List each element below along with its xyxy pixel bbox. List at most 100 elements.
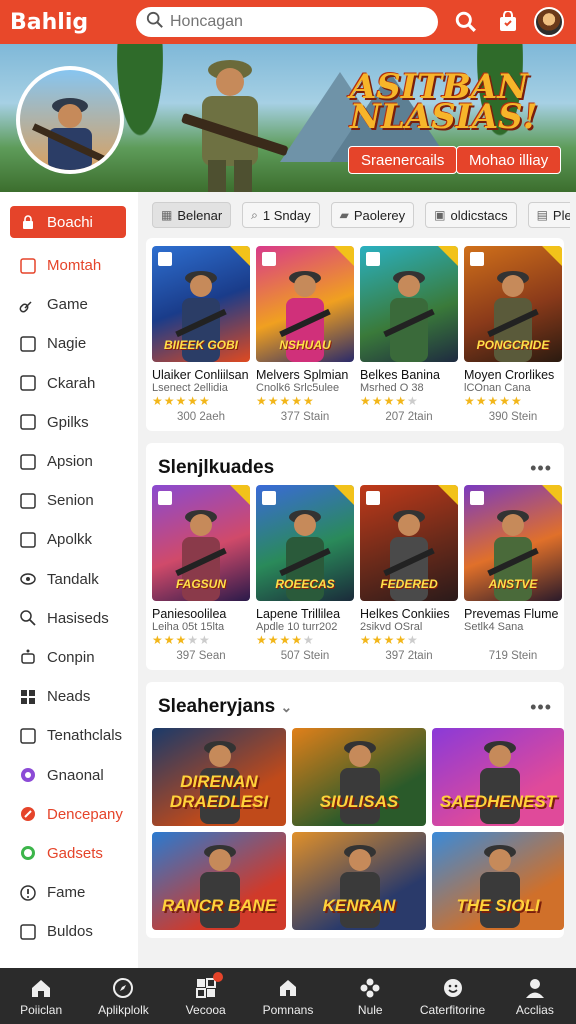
- nav-item-pomnans[interactable]: Pomnans: [247, 968, 329, 1024]
- sidebar-item-tenathclals[interactable]: Tenathclals: [0, 716, 138, 755]
- filter-chip[interactable]: ▦ Belenar: [152, 202, 232, 228]
- game-name[interactable]: Moyen Crorlikes: [464, 368, 562, 382]
- search-icon: ⌕: [251, 207, 258, 222]
- sidebar-item-hasiseds[interactable]: Hasiseds: [0, 599, 138, 638]
- gallery-icon: [18, 256, 38, 276]
- sidebar-item-apolkk[interactable]: Apolkk: [0, 520, 138, 559]
- filter-chip-label: Belenar: [177, 207, 223, 223]
- sidebar-item-label: Gpilks: [47, 413, 89, 431]
- sidebar-item-neads[interactable]: Neads: [0, 677, 138, 716]
- more-options-icon[interactable]: •••: [530, 458, 552, 479]
- banner-button-primary[interactable]: Sraenercails: [348, 146, 458, 174]
- sidebar-item-buldos[interactable]: Buldos: [0, 912, 138, 951]
- game-card[interactable]: BIIEEK GOBI Ulaiker Conliilsan Lsenect 2el…: [152, 246, 250, 423]
- filter-chip[interactable]: ▣ oldicstacs: [425, 202, 517, 228]
- sidebar-item-label: Apsion: [47, 453, 93, 471]
- sidebar-item-gadsets[interactable]: Gadsets: [0, 834, 138, 873]
- game-name[interactable]: Melvers Splmian: [256, 368, 354, 382]
- filter-chip[interactable]: ▰ Paolerey: [330, 202, 415, 228]
- game-tile[interactable]: DIRENAN DRAEDLESI: [152, 728, 286, 826]
- thumbnail-title: BIIEEK GOBI: [163, 338, 238, 352]
- game-name[interactable]: Prevemas Flume: [464, 607, 562, 621]
- filter-chip[interactable]: ▤ Pley: [527, 202, 570, 228]
- game-tile[interactable]: KENRAN: [292, 832, 426, 930]
- featured-games-card: BIIEEK GOBI Ulaiker Conliilsan Lsenect 2el…: [146, 238, 564, 431]
- bag-icon[interactable]: [494, 8, 522, 36]
- game-tile[interactable]: SAEDHENEST: [432, 728, 564, 826]
- flower-icon: [358, 976, 382, 1000]
- game-tile[interactable]: RANCR BANE: [152, 832, 286, 930]
- sidebar-item-nagie[interactable]: Nagie: [0, 324, 138, 363]
- banner-button-secondary[interactable]: Mohao illiay: [456, 146, 562, 174]
- nav-item-poiiclan[interactable]: Poiiclan: [0, 968, 82, 1024]
- house-icon: [276, 976, 300, 1000]
- featured-games-row: BIIEEK GOBI Ulaiker Conliilsan Lsenect 2el…: [152, 246, 562, 423]
- sidebar-item-boachi[interactable]: Boachi: [10, 206, 126, 238]
- corner-badge: [438, 485, 458, 505]
- game-count: 719 Stein: [488, 650, 538, 662]
- search-bar[interactable]: [136, 7, 438, 37]
- section-title-3[interactable]: Sleaheryjans ⌄: [158, 696, 292, 718]
- game-card[interactable]: PONGCRIDE Moyen Crorlikes lCOnan Cana ★★★★★…: [464, 246, 562, 423]
- sidebar-item-label: Gnaonal: [47, 766, 104, 784]
- rating-stars: ★★★★★: [464, 394, 523, 408]
- corner-badge: [334, 246, 354, 266]
- corner-badge: [542, 246, 562, 266]
- section-tiles-grid: DIRENAN DRAEDLESI SIULISAS SAEDHENEST RANCR…: [152, 724, 564, 930]
- game-thumbnail[interactable]: BIIEEK GOBI: [152, 246, 250, 362]
- game-thumbnail[interactable]: FAGSUN: [152, 485, 250, 601]
- sidebar-item-ckarah[interactable]: Ckarah: [0, 364, 138, 403]
- game-thumbnail[interactable]: ANSTVE: [464, 485, 562, 601]
- search-button-icon[interactable]: [452, 8, 480, 36]
- game-thumbnail[interactable]: PONGCRIDE: [464, 246, 562, 362]
- pin-icon: [18, 804, 38, 824]
- sidebar-item-tandalk[interactable]: Tandalk: [0, 560, 138, 599]
- game-card[interactable]: FEDERED Helkes Conkiies 2sikvd OSral ★★★★★ 3…: [360, 485, 458, 662]
- robot-icon: [18, 647, 38, 667]
- filter-chip-label: Pley: [552, 207, 570, 223]
- game-tile[interactable]: SIULISAS: [292, 728, 426, 826]
- sidebar-item-dencepany[interactable]: Dencepany: [0, 795, 138, 834]
- app-logo[interactable]: Bahlig: [10, 10, 136, 35]
- tile-title: SAEDHENEST: [439, 792, 557, 811]
- sidebar-item-gpilks[interactable]: Gpilks: [0, 403, 138, 442]
- game-card[interactable]: NSHUAU Melvers Splmian Cnolk6 Srlc5ulee ★★★…: [256, 246, 354, 423]
- game-count: 390 Stein: [488, 411, 538, 423]
- featured-profile-image[interactable]: [16, 66, 124, 174]
- sidebar-item-game[interactable]: Game: [0, 285, 138, 324]
- sidebar-item-momtah[interactable]: Momtah: [0, 246, 138, 285]
- link-icon: [18, 295, 38, 315]
- sidebar-item-conpin[interactable]: Conpin: [0, 638, 138, 677]
- game-card[interactable]: FAGSUN Paniesoolilea Leiha 05t 15lta ★★★★★ 3…: [152, 485, 250, 662]
- game-thumbnail[interactable]: [360, 246, 458, 362]
- user-avatar[interactable]: [534, 7, 564, 37]
- filter-chip[interactable]: ⌕ 1 Snday: [242, 202, 320, 228]
- nav-item-nule[interactable]: Nule: [329, 968, 411, 1024]
- search-input[interactable]: [170, 13, 420, 31]
- more-options-icon[interactable]: •••: [530, 697, 552, 718]
- game-name[interactable]: Lapene Trillilea: [256, 607, 354, 621]
- nav-item-acclias[interactable]: Acclias: [494, 968, 576, 1024]
- game-card[interactable]: ROEECAS Lapene Trillilea Apdle 10 turr202 ★…: [256, 485, 354, 662]
- game-name[interactable]: Ulaiker Conliilsan: [152, 368, 250, 382]
- game-card[interactable]: ANSTVE Prevemas Flume Setlk4 Sana 719 Stei…: [464, 485, 562, 662]
- sidebar-item-senion[interactable]: Senion: [0, 481, 138, 520]
- nav-item-aplikplolk[interactable]: Aplikplolk: [82, 968, 164, 1024]
- game-thumbnail[interactable]: ROEECAS: [256, 485, 354, 601]
- game-name[interactable]: Helkes Conkiies: [360, 607, 458, 621]
- sidebar-item-label: Nagie: [47, 335, 87, 353]
- nav-item-caterfitorine[interactable]: Caterfitorine: [411, 968, 493, 1024]
- game-card[interactable]: Belkes Banina Msrhed O 38 ★★★★★ 207 2tain: [360, 246, 458, 423]
- chevron-down-icon: ⌄: [280, 699, 293, 715]
- sidebar-item-apsion[interactable]: Apsion: [0, 442, 138, 481]
- sidebar-item-fame[interactable]: Fame: [0, 873, 138, 912]
- game-name[interactable]: Belkes Banina: [360, 368, 458, 382]
- game-tile[interactable]: THE SIOLI: [432, 832, 564, 930]
- game-name[interactable]: Paniesoolilea: [152, 607, 250, 621]
- game-thumbnail[interactable]: NSHUAU: [256, 246, 354, 362]
- sidebar-item-gnaonal[interactable]: Gnaonal: [0, 755, 138, 794]
- nav-item-vecooa[interactable]: Vecooa: [165, 968, 247, 1024]
- hero-banner[interactable]: ASITBAN NLASIAS! Sraenercails Mohao illi…: [0, 44, 576, 192]
- game-thumbnail[interactable]: FEDERED: [360, 485, 458, 601]
- whatsapp-icon: [18, 843, 38, 863]
